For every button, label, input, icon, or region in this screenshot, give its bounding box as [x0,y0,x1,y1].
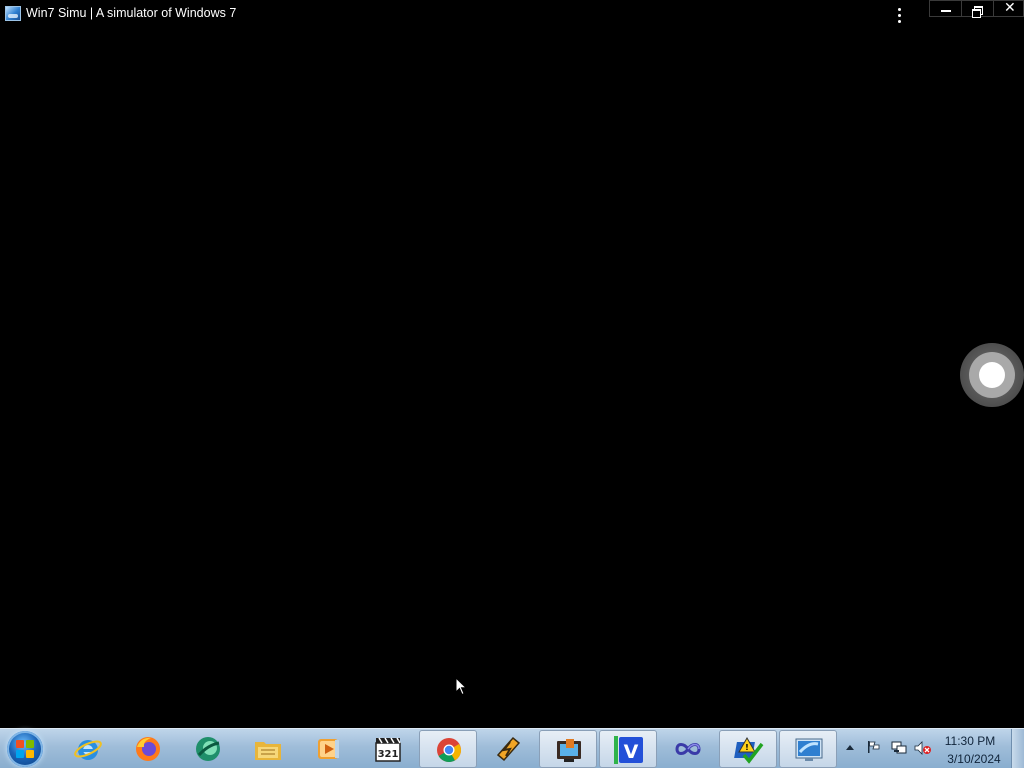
svg-text:!: ! [745,743,749,752]
app-icon [5,6,21,21]
folder-icon [255,742,281,760]
taskbar-windows-explorer[interactable] [239,730,297,768]
svg-text:V: V [624,741,639,763]
infinity-icon [675,743,701,755]
desktop[interactable] [0,28,1024,728]
taskbar-media-player[interactable] [299,730,357,768]
title-bar: Win7 Simu | A simulator of Windows 7 ✕ [0,0,1024,28]
start-button[interactable] [7,731,43,767]
taskbar-infinity-app[interactable] [659,730,717,768]
close-button[interactable]: ✕ [993,0,1024,17]
show-desktop-button[interactable] [1011,729,1024,768]
floating-assist-button[interactable] [960,343,1024,407]
winamp-lightning-icon [496,736,521,762]
taskbar-media-player-classic[interactable]: 321 [359,730,417,768]
clock-time[interactable]: 11:30 PM [944,734,996,748]
windows-logo-icon [16,740,34,758]
restore-button[interactable] [961,0,993,18]
warning-checkmark-icon: ! [734,736,764,764]
more-options-icon[interactable] [893,6,907,24]
mouse-cursor-icon [455,677,467,696]
action-center-flag-icon[interactable] [867,741,881,753]
show-hidden-icons-arrow[interactable] [846,745,854,750]
media-player-icon [318,739,339,759]
chrome-icon [437,738,461,763]
tv-icon [557,739,581,762]
minimize-icon [941,10,951,12]
network-icon[interactable] [891,741,907,755]
green-globe-icon [196,737,220,761]
internet-explorer-icon [74,740,102,760]
taskbar-v-app[interactable]: V [599,730,657,768]
clock-date[interactable]: 3/10/2024 [944,752,1004,766]
taskbar-action-center[interactable]: ! [719,730,777,768]
taskbar-green-browser[interactable] [179,730,237,768]
blue-v-icon: V [614,736,643,764]
taskbar-tv-app[interactable] [539,730,597,768]
close-icon: ✕ [1004,0,1016,16]
clapperboard-321-icon: 321 [375,737,401,762]
taskbar-winamp[interactable] [479,730,537,768]
firefox-icon [136,737,160,761]
taskbar-remote-desktop[interactable] [779,730,837,768]
taskbar-firefox[interactable] [119,730,177,768]
minimize-button[interactable] [929,0,961,17]
taskbar-internet-explorer[interactable] [59,730,117,768]
monitor-icon [795,738,823,761]
svg-text:321: 321 [378,749,399,760]
volume-muted-icon[interactable] [914,741,932,755]
window-title: Win7 Simu | A simulator of Windows 7 [26,6,237,20]
taskbar-chrome[interactable] [419,730,477,768]
